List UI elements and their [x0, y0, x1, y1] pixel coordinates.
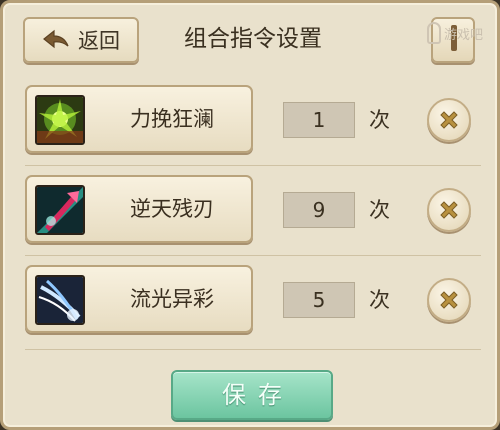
close-icon [440, 111, 458, 129]
count-unit: 次 [369, 288, 390, 312]
watermark-logo-icon [427, 22, 441, 44]
save-button[interactable]: 保存 [171, 370, 333, 420]
command-row: 流光异彩 5 次 [3, 265, 500, 335]
crimson-blade-skill-icon [35, 185, 85, 235]
watermark: 游戏吧 [427, 21, 500, 45]
delete-button[interactable] [427, 98, 471, 142]
back-label: 返回 [78, 29, 120, 53]
row-divider [25, 255, 481, 256]
skill-name: 逆天残刃 [130, 197, 214, 221]
delete-button[interactable] [427, 278, 471, 322]
delete-button[interactable] [427, 188, 471, 232]
back-arrow-icon [43, 29, 69, 49]
page-title: 组合指令设置 [184, 26, 322, 52]
skill-button[interactable]: 流光异彩 [25, 265, 253, 333]
row-divider [25, 165, 481, 166]
back-button[interactable]: 返回 [23, 17, 139, 63]
command-settings-panel: 返回 组合指令设置 游戏吧 力挽狂澜 1 次 逆天残刃 9 次 流光异彩 5 次… [0, 0, 500, 430]
count-unit: 次 [369, 198, 390, 222]
blue-streak-skill-icon [35, 275, 85, 325]
count-unit: 次 [369, 108, 390, 132]
row-divider [25, 349, 481, 350]
skill-button[interactable]: 力挽狂澜 [25, 85, 253, 153]
count-field[interactable]: 1 [283, 102, 355, 138]
command-row: 力挽狂澜 1 次 [3, 85, 500, 155]
green-burst-skill-icon [35, 95, 85, 145]
skill-button[interactable]: 逆天残刃 [25, 175, 253, 243]
close-icon [440, 291, 458, 309]
close-icon [440, 201, 458, 219]
watermark-text: 游戏吧 [444, 27, 484, 43]
command-row: 逆天残刃 9 次 [3, 175, 500, 245]
skill-name: 力挽狂澜 [130, 107, 214, 131]
count-field[interactable]: 5 [283, 282, 355, 318]
skill-name: 流光异彩 [130, 287, 214, 311]
count-field[interactable]: 9 [283, 192, 355, 228]
